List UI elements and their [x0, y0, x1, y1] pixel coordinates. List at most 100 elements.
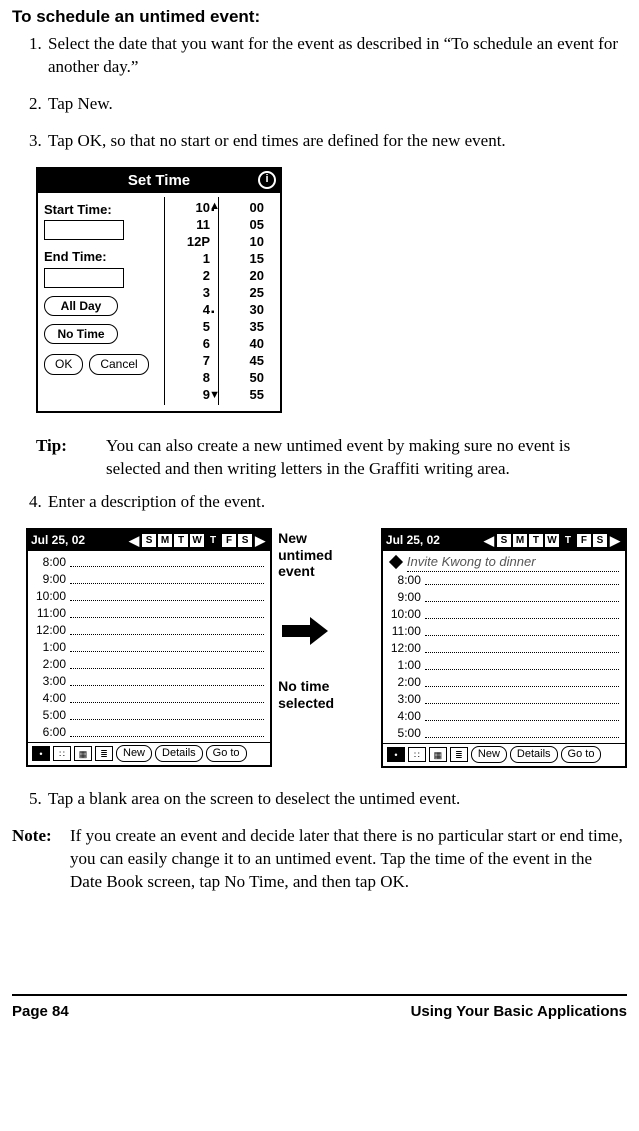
view-month-icon: ▦ — [429, 747, 447, 762]
cancel-button: Cancel — [89, 354, 148, 374]
hour-option: 6 — [165, 335, 210, 352]
time-label: 10:00 — [387, 606, 425, 622]
day-cell: S — [496, 533, 512, 548]
hour-option: 4 — [165, 301, 210, 318]
dialog-title: Set Time — [128, 172, 190, 189]
hour-option: 3 — [165, 284, 210, 301]
hour-option: 2 — [165, 267, 210, 284]
day-cell: W — [544, 533, 560, 548]
time-label: 4:00 — [387, 708, 425, 724]
minute-option: 15 — [219, 250, 264, 267]
cal-date: Jul 25, 02 — [31, 532, 85, 548]
day-cell: S — [592, 533, 608, 548]
untimed-event-row: Invite Kwong to dinner — [387, 553, 619, 571]
time-label: 2:00 — [387, 674, 425, 690]
day-cell-selected: T — [205, 533, 221, 548]
dialog-title-bar: Set Time i — [38, 169, 280, 193]
time-label: 3:00 — [387, 691, 425, 707]
step-4: Enter a description of the event. — [46, 491, 627, 514]
page-footer: Page 84 Using Your Basic Applications — [12, 994, 627, 1036]
time-label: 12:00 — [387, 640, 425, 656]
day-cell-selected: T — [560, 533, 576, 548]
view-agenda-icon: ≣ — [450, 747, 468, 762]
minute-option: 35 — [219, 318, 264, 335]
calendar-after: Jul 25, 02 ◀ S M T W T F S ▶ Invite Kwon… — [381, 528, 627, 768]
prev-week-icon: ◀ — [127, 532, 141, 550]
details-button: Details — [510, 746, 558, 763]
annotation-no-time: selected — [278, 695, 334, 712]
hour-option: 11 — [165, 216, 210, 233]
time-label: 8:00 — [32, 554, 70, 570]
day-selector: ◀ S M T W T F S ▶ — [482, 532, 622, 550]
time-label: 4:00 — [32, 690, 70, 706]
hour-option: 5 — [165, 318, 210, 335]
minute-option: 00 — [219, 199, 264, 216]
day-cell: F — [576, 533, 592, 548]
tip-body: You can also create a new untimed event … — [106, 435, 627, 481]
no-time-button: No Time — [44, 324, 118, 344]
time-label: 8:00 — [387, 572, 425, 588]
annotation-new-untimed: New — [278, 530, 332, 547]
note-body: If you create an event and decide later … — [70, 825, 627, 894]
minute-option: 25 — [219, 284, 264, 301]
time-label: 5:00 — [32, 707, 70, 723]
end-time-label: End Time: — [44, 248, 164, 266]
annotation-no-time: No time — [278, 678, 334, 695]
tip-label: Tip: — [36, 435, 106, 481]
day-selector: ◀ S M T W T F S ▶ — [127, 532, 267, 550]
annotation-new-untimed: event — [278, 563, 332, 580]
time-label: 1:00 — [32, 639, 70, 655]
goto-button: Go to — [206, 745, 247, 762]
arrow-right-icon — [282, 620, 328, 642]
view-week-icon: ∷ — [53, 746, 71, 761]
chapter-title: Using Your Basic Applications — [411, 1002, 627, 1022]
hour-picker: ▲ 10 11 12P 1 2 3 4 5 6 7 8 9 ▼ — [164, 197, 218, 405]
minute-picker: 00 05 10 15 20 25 30 35 40 45 50 55 — [218, 197, 272, 405]
day-cell: F — [221, 533, 237, 548]
ok-button: OK — [44, 354, 83, 374]
day-cell: S — [237, 533, 253, 548]
minute-option: 45 — [219, 352, 264, 369]
figure-annotations: New untimed event No time selected — [278, 528, 375, 748]
annotation-new-untimed: untimed — [278, 547, 332, 564]
time-label: 5:00 — [387, 725, 425, 741]
next-week-icon: ▶ — [608, 532, 622, 550]
figure-set-time: Set Time i Start Time: End Time: All Day… — [36, 167, 627, 413]
day-cell: M — [157, 533, 173, 548]
time-label: 1:00 — [387, 657, 425, 673]
goto-button: Go to — [561, 746, 602, 763]
time-label: 9:00 — [387, 589, 425, 605]
view-month-icon: ▦ — [74, 746, 92, 761]
figure-compare: Jul 25, 02 ◀ S M T W T F S ▶ 8:00 9:00 1… — [26, 528, 627, 768]
tip-block: Tip: You can also create a new untimed e… — [36, 435, 627, 481]
day-cell: T — [528, 533, 544, 548]
minute-option: 50 — [219, 369, 264, 386]
time-label: 3:00 — [32, 673, 70, 689]
info-icon: i — [258, 171, 276, 189]
time-label: 2:00 — [32, 656, 70, 672]
step-1: Select the date that you want for the ev… — [46, 33, 627, 79]
view-agenda-icon: ≣ — [95, 746, 113, 761]
time-label: 10:00 — [32, 588, 70, 604]
hour-option: 1 — [165, 250, 210, 267]
cal-date: Jul 25, 02 — [386, 532, 440, 548]
step-3: Tap OK, so that no start or end times ar… — [46, 130, 627, 153]
note-block: Note: If you create an event and decide … — [12, 825, 627, 894]
step-list: Select the date that you want for the ev… — [12, 33, 627, 153]
hour-option: 7 — [165, 352, 210, 369]
hour-option: 8 — [165, 369, 210, 386]
minute-option: 10 — [219, 233, 264, 250]
end-time-field — [44, 268, 124, 288]
section-heading: To schedule an untimed event: — [12, 6, 627, 29]
note-label: Note: — [12, 825, 70, 894]
start-time-field — [44, 220, 124, 240]
day-cell: T — [173, 533, 189, 548]
time-label: 12:00 — [32, 622, 70, 638]
step-list-cont: Enter a description of the event. — [12, 491, 627, 514]
prev-week-icon: ◀ — [482, 532, 496, 550]
day-cell: S — [141, 533, 157, 548]
time-label: 9:00 — [32, 571, 70, 587]
diamond-icon — [389, 555, 403, 569]
view-day-icon: • — [32, 746, 50, 761]
details-button: Details — [155, 745, 203, 762]
